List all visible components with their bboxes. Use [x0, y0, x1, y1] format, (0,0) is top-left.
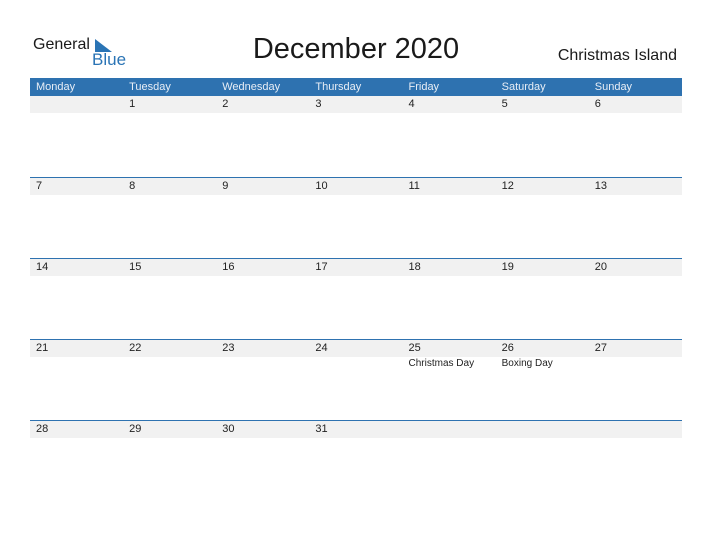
holiday-label: [216, 357, 309, 370]
day-number-row: 14 15 16 17 18 19 20: [30, 259, 682, 276]
day-number: 5: [501, 98, 508, 110]
week-row: 1 2 3 4 5 6: [30, 96, 682, 177]
weekday-saturday: Saturday: [501, 81, 546, 93]
country-label: Christmas Island: [557, 47, 677, 64]
day-number: 20: [594, 261, 607, 273]
day-number: 4: [408, 98, 415, 110]
day-number: 31: [315, 423, 328, 435]
day-number: [589, 421, 682, 438]
day-number: 14: [36, 261, 49, 273]
week-row: 14 15 16 17 18 19 20: [30, 258, 682, 339]
day-number: 30: [222, 423, 235, 435]
day-number: 8: [129, 180, 136, 192]
day-number: [30, 96, 123, 113]
day-number-row: 7 8 9 10 11 12 13: [30, 178, 682, 195]
holiday-label: Christmas Day: [408, 358, 475, 369]
day-number: 7: [36, 180, 43, 192]
calendar-grid: Monday Tuesday Wednesday Thursday Friday…: [30, 78, 682, 501]
week-row: 7 8 9 10 11 12 13: [30, 177, 682, 258]
day-number: 25: [408, 342, 421, 354]
holiday-label: [30, 357, 123, 370]
day-number: 15: [129, 261, 142, 273]
day-number: 23: [222, 342, 235, 354]
week-row: 21 22 23 24 25 26 27 Christmas Day Boxing Day: [30, 339, 682, 420]
day-number: 13: [594, 180, 607, 192]
weekday-thursday: Thursday: [315, 81, 362, 93]
day-number: 29: [129, 423, 142, 435]
weekday-sunday: Sunday: [594, 81, 633, 93]
day-number: 12: [501, 180, 514, 192]
weekday-wednesday: Wednesday: [222, 81, 281, 93]
weekday-friday: Friday: [408, 81, 440, 93]
day-number-row: 21 22 23 24 25 26 27: [30, 340, 682, 357]
weekday-tuesday: Tuesday: [129, 81, 171, 93]
day-number: 21: [36, 342, 49, 354]
day-number: 26: [501, 342, 514, 354]
holiday-label: [309, 357, 402, 370]
holiday-label: Boxing Day: [501, 358, 553, 369]
day-number-row: 28 29 30 31: [30, 421, 682, 438]
day-number: 16: [222, 261, 235, 273]
event-row: Christmas Day Boxing Day: [30, 357, 682, 370]
week-row: 28 29 30 31: [30, 420, 682, 501]
day-number: 2: [222, 98, 229, 110]
day-number-row: 1 2 3 4 5 6: [30, 96, 682, 113]
day-number: 9: [222, 180, 229, 192]
holiday-label: [123, 357, 216, 370]
day-number: [496, 421, 589, 438]
day-number: 19: [501, 261, 514, 273]
day-number: 18: [408, 261, 421, 273]
day-number: 22: [129, 342, 142, 354]
holiday-label: [589, 357, 682, 370]
day-number: 3: [315, 98, 322, 110]
day-number: 6: [594, 98, 601, 110]
weekday-monday: Monday: [36, 81, 76, 93]
weekday-header: Monday Tuesday Wednesday Thursday Friday…: [30, 78, 682, 96]
day-number: [403, 421, 496, 438]
day-number: 10: [315, 180, 328, 192]
day-number: 24: [315, 342, 328, 354]
day-number: 17: [315, 261, 328, 273]
day-number: 11: [408, 180, 420, 192]
day-number: 1: [129, 98, 136, 110]
day-number: 28: [36, 423, 49, 435]
day-number: 27: [594, 342, 607, 354]
